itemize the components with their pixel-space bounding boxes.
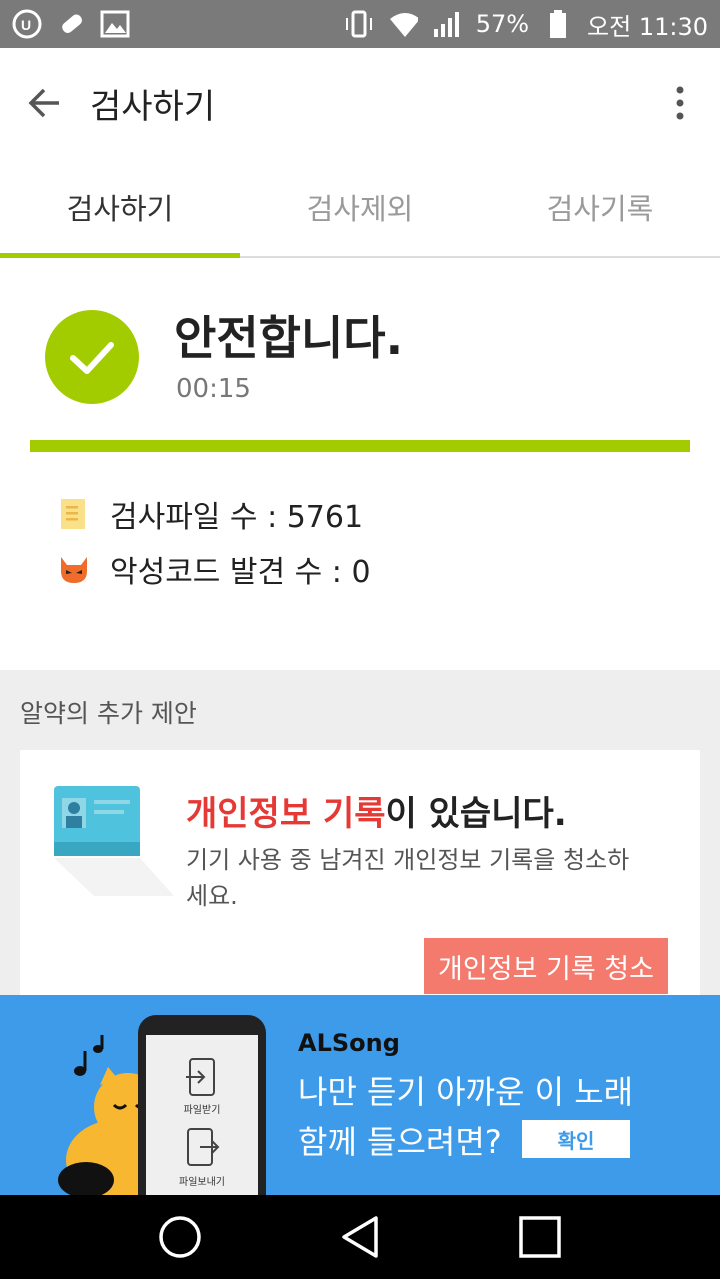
tab-exclusions[interactable]: 검사제외 <box>240 158 480 256</box>
phone-illustration: 파일받기 파일보내기 <box>138 1015 266 1195</box>
document-icon <box>58 497 88 531</box>
malware-found-label: 악성코드 발견 수 : 0 <box>110 555 371 590</box>
app-bar: 검사하기 <box>0 48 720 158</box>
phone-receive-icon <box>186 1057 220 1101</box>
suggestions-header: 알약의 추가 제안 <box>20 699 197 728</box>
check-icon <box>45 310 139 404</box>
malware-found-row: 악성코드 발견 수 : 0 <box>58 547 371 591</box>
tab-bar: 검사하기 검사제외 검사기록 <box>0 158 720 258</box>
status-bar: U 57% 오전 11:30 <box>0 0 720 48</box>
image-icon <box>100 9 130 39</box>
id-card-icon <box>54 786 174 896</box>
files-scanned-label: 검사파일 수 : 5761 <box>110 500 364 535</box>
ad-subheadline: 함께 들으려면? <box>298 1123 502 1161</box>
tab-history[interactable]: 검사기록 <box>480 158 720 256</box>
home-icon[interactable] <box>150 1207 210 1267</box>
phone-send-icon <box>186 1127 220 1171</box>
files-scanned-row: 검사파일 수 : 5761 <box>58 492 363 536</box>
phone-label-send: 파일보내기 <box>179 1177 225 1188</box>
card-title-rest: 이 있습니다. <box>385 794 567 834</box>
scan-result-panel: 안전합니다. 00:15 검사파일 수 : 5761 악성코드 발견 수 : 0 <box>0 258 720 670</box>
uplus-icon: U <box>12 9 42 39</box>
card-description: 기기 사용 중 남겨진 개인정보 기록을 청소하세요. <box>186 846 630 910</box>
scan-progress-bar <box>30 440 690 452</box>
result-status: 안전합니다. <box>174 311 404 365</box>
card-title-highlight: 개인정보 기록 <box>186 794 386 834</box>
pill-icon <box>56 9 86 39</box>
clock: 오전 11:30 <box>587 12 708 41</box>
elapsed-time: 00:15 <box>176 374 251 404</box>
vibrate-icon <box>344 9 374 39</box>
wifi-icon <box>388 9 418 39</box>
ad-confirm-button[interactable]: 확인 <box>522 1120 630 1158</box>
ad-banner[interactable]: 파일받기 파일보내기 ALSong 나만 듣기 아까운 이 노래 함께 들으려면… <box>0 995 720 1195</box>
more-vert-icon[interactable] <box>660 83 700 123</box>
devil-icon <box>58 552 88 586</box>
back-arrow-icon[interactable] <box>0 48 90 158</box>
suggestions-section: 알약의 추가 제안 개인정보 기록이 있습니다. 기기 사용 중 남겨진 개인정… <box>0 670 720 1010</box>
card-title: 개인정보 기록이 있습니다. <box>186 786 567 835</box>
privacy-card: 개인정보 기록이 있습니다. 기기 사용 중 남겨진 개인정보 기록을 청소하세… <box>20 750 700 1010</box>
battery-icon <box>543 9 573 39</box>
clean-privacy-button[interactable]: 개인정보 기록 청소 <box>424 938 668 994</box>
ad-brand: ALSong <box>298 1029 400 1057</box>
system-nav-bar <box>0 1195 720 1279</box>
back-triangle-icon[interactable] <box>330 1207 390 1267</box>
signal-icon <box>432 9 462 39</box>
page-title: 검사하기 <box>90 86 216 127</box>
svg-text:U: U <box>21 17 31 33</box>
tab-scan[interactable]: 검사하기 <box>0 158 240 258</box>
ad-headline: 나만 듣기 아까운 이 노래 <box>298 1073 634 1111</box>
phone-label-receive: 파일받기 <box>183 1105 221 1116</box>
recents-square-icon[interactable] <box>510 1207 570 1267</box>
battery-percent: 57% <box>475 10 530 38</box>
